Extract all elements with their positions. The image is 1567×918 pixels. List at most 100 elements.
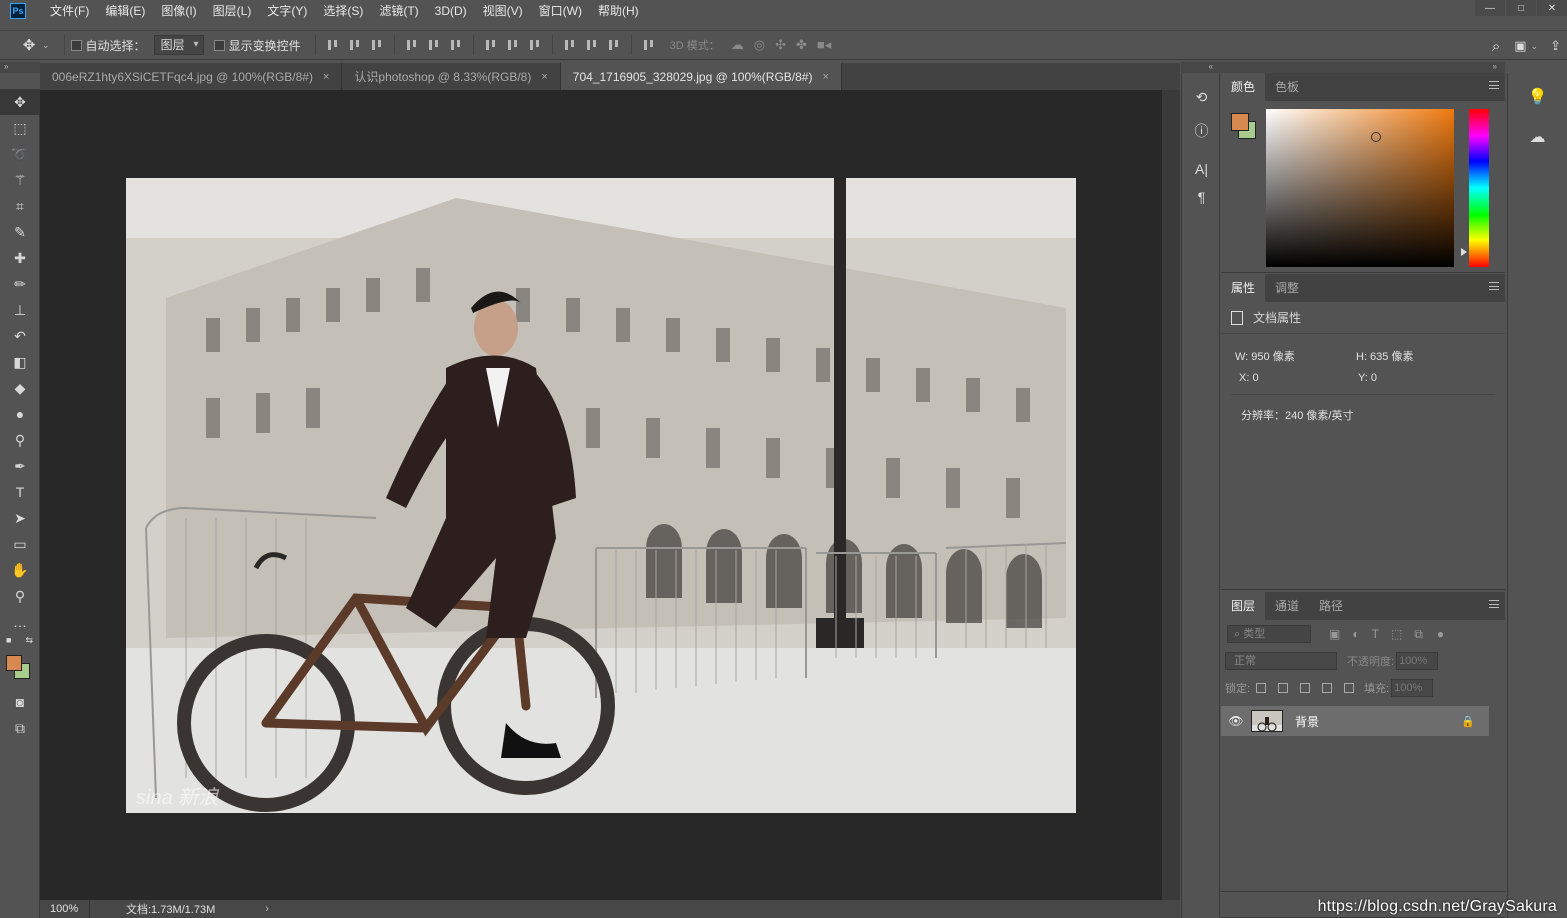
align-top-icon[interactable] bbox=[326, 38, 340, 52]
3d-drag-icon[interactable]: ✣ bbox=[775, 37, 786, 53]
tab-adjustments[interactable]: 调整 bbox=[1265, 274, 1309, 302]
height-value[interactable]: H: 635 像素 bbox=[1356, 348, 1413, 364]
type-tool-icon[interactable]: T bbox=[0, 479, 40, 505]
more-tools-icon[interactable]: … bbox=[0, 609, 40, 635]
dodge-tool-icon[interactable]: ⚲ bbox=[0, 427, 40, 453]
tab-channels[interactable]: 通道 bbox=[1265, 592, 1309, 620]
history-brush-tool-icon[interactable]: ↶ bbox=[0, 323, 40, 349]
chevron-down-icon[interactable]: ⌄ bbox=[1531, 41, 1539, 52]
lock-transparent-icon[interactable] bbox=[1256, 683, 1267, 693]
lock-all-icon[interactable] bbox=[1344, 683, 1355, 693]
tab-swatches[interactable]: 色板 bbox=[1265, 73, 1309, 101]
layer-row[interactable]: 👁 背景 🔒 bbox=[1221, 706, 1489, 736]
3d-roll-icon[interactable]: ◎ bbox=[754, 37, 765, 53]
3d-rotate-icon[interactable]: ☁ bbox=[731, 37, 744, 53]
paint-bucket-tool-icon[interactable]: ◆ bbox=[0, 375, 40, 401]
filter-toggle-icon[interactable]: ● bbox=[1437, 627, 1444, 641]
lock-artboard-icon[interactable] bbox=[1322, 683, 1333, 693]
zoom-level[interactable]: 100% bbox=[40, 900, 90, 918]
menu-help[interactable]: 帮助(H) bbox=[590, 0, 647, 22]
share-icon[interactable]: ⇪ bbox=[1550, 38, 1561, 54]
hue-arrow-icon[interactable] bbox=[1461, 248, 1467, 256]
filter-shape-icon[interactable]: ⬚ bbox=[1391, 627, 1402, 641]
menu-edit[interactable]: 编辑(E) bbox=[97, 0, 153, 22]
magic-wand-tool-icon[interactable]: ⚚ bbox=[0, 167, 40, 193]
panel-menu-icon[interactable] bbox=[1489, 81, 1499, 89]
fill-input[interactable]: 100% bbox=[1391, 679, 1434, 697]
clone-stamp-tool-icon[interactable]: ⊥ bbox=[0, 297, 40, 323]
hand-tool-icon[interactable]: ✋ bbox=[0, 557, 40, 583]
move-tool-icon[interactable]: ✥ bbox=[0, 89, 40, 115]
menu-image[interactable]: 图像(I) bbox=[153, 0, 204, 22]
hue-slider[interactable] bbox=[1469, 109, 1489, 267]
distribute-bottom-icon[interactable] bbox=[528, 38, 542, 52]
path-selection-tool-icon[interactable]: ➤ bbox=[0, 505, 40, 531]
y-value[interactable]: Y: 0 bbox=[1358, 372, 1377, 384]
menu-window[interactable]: 窗口(W) bbox=[531, 0, 590, 22]
document-image[interactable]: sina 新浪 bbox=[126, 178, 1076, 813]
distribute-right-icon[interactable] bbox=[607, 38, 621, 52]
blend-mode-dropdown[interactable]: 正常 bbox=[1225, 652, 1337, 670]
lock-position-icon[interactable] bbox=[1300, 683, 1311, 693]
tab-document-3[interactable]: 704_1716905_328029.jpg @ 100%(RGB/8#) × bbox=[560, 63, 842, 90]
width-value[interactable]: W: 950 像素 bbox=[1235, 348, 1295, 364]
panel-menu-icon[interactable] bbox=[1489, 282, 1499, 290]
eyedropper-tool-icon[interactable]: ✎ bbox=[0, 219, 40, 245]
lasso-tool-icon[interactable]: ➰ bbox=[0, 141, 40, 167]
menu-filter[interactable]: 滤镜(T) bbox=[371, 0, 426, 22]
collapse-dock-icon[interactable]: » bbox=[1221, 62, 1505, 73]
rectangle-tool-icon[interactable]: ▭ bbox=[0, 531, 40, 557]
layer-name[interactable]: 背景 bbox=[1295, 713, 1461, 730]
align-vcenter-icon[interactable] bbox=[348, 38, 362, 52]
tab-paths[interactable]: 路径 bbox=[1309, 592, 1353, 620]
move-tool-preset-icon[interactable]: ✥ bbox=[18, 34, 40, 56]
filter-pixel-icon[interactable]: ▣ bbox=[1329, 627, 1340, 641]
info-panel-icon[interactable]: ⓘ bbox=[1182, 117, 1221, 145]
paragraph-panel-icon[interactable]: ¶ bbox=[1182, 183, 1221, 211]
status-menu-arrow[interactable]: › bbox=[265, 903, 269, 915]
healing-brush-tool-icon[interactable]: ✚ bbox=[0, 245, 40, 271]
tab-properties[interactable]: 属性 bbox=[1221, 274, 1266, 302]
collapse-panels-icon[interactable]: « bbox=[1181, 62, 1221, 73]
lock-pixels-icon[interactable] bbox=[1278, 683, 1289, 693]
menu-3d[interactable]: 3D(D) bbox=[427, 0, 475, 22]
color-field[interactable] bbox=[1266, 109, 1454, 267]
close-icon[interactable]: × bbox=[541, 71, 547, 83]
x-value[interactable]: X: 0 bbox=[1239, 372, 1259, 384]
tab-color[interactable]: 颜色 bbox=[1221, 73, 1266, 101]
foreground-color-swatch[interactable] bbox=[6, 655, 22, 671]
distribute-hcenter-icon[interactable] bbox=[585, 38, 599, 52]
blur-tool-icon[interactable]: ● bbox=[0, 401, 40, 427]
search-icon[interactable]: ⌕ bbox=[1492, 38, 1500, 55]
close-icon[interactable]: × bbox=[822, 71, 828, 83]
menu-file[interactable]: 文件(F) bbox=[42, 0, 97, 22]
distribute-top-icon[interactable] bbox=[484, 38, 498, 52]
menu-type[interactable]: 文字(Y) bbox=[259, 0, 315, 22]
minimize-button[interactable]: — bbox=[1475, 0, 1505, 16]
distribute-left-icon[interactable] bbox=[563, 38, 577, 52]
tab-document-2[interactable]: 认识photoshop @ 8.33%(RGB/8) × bbox=[342, 63, 561, 90]
color-picker-handle[interactable] bbox=[1371, 132, 1381, 142]
swap-colors-icon[interactable]: ■ ⇆ bbox=[0, 635, 39, 649]
workspace-icon[interactable]: ▣ bbox=[1514, 38, 1526, 54]
3d-slide-icon[interactable]: ✤ bbox=[796, 37, 807, 53]
tab-layers[interactable]: 图层 bbox=[1221, 592, 1266, 620]
chevron-down-icon[interactable]: ⌄ bbox=[42, 40, 50, 51]
character-panel-icon[interactable]: A| bbox=[1182, 155, 1221, 183]
menu-layer[interactable]: 图层(L) bbox=[205, 0, 260, 22]
align-left-icon[interactable] bbox=[405, 38, 419, 52]
distribute-vcenter-icon[interactable] bbox=[506, 38, 520, 52]
brush-tool-icon[interactable]: ✏ bbox=[0, 271, 40, 297]
learn-lightbulb-icon[interactable]: 💡 bbox=[1508, 77, 1567, 117]
show-transform-checkbox[interactable] bbox=[213, 39, 225, 51]
canvas-area[interactable]: sina 新浪 bbox=[40, 90, 1162, 900]
history-panel-icon[interactable]: ⟲ bbox=[1182, 83, 1221, 111]
menu-select[interactable]: 选择(S) bbox=[315, 0, 371, 22]
filter-type-icon[interactable]: T bbox=[1372, 627, 1379, 641]
align-right-icon[interactable] bbox=[449, 38, 463, 52]
close-button[interactable]: ✕ bbox=[1537, 0, 1567, 16]
color-foreground-swatch[interactable] bbox=[1231, 113, 1249, 131]
filter-smart-object-icon[interactable]: ⧉ bbox=[1414, 627, 1423, 642]
pen-tool-icon[interactable]: ✒ bbox=[0, 453, 40, 479]
canvas-scrollbar[interactable] bbox=[1162, 90, 1180, 900]
